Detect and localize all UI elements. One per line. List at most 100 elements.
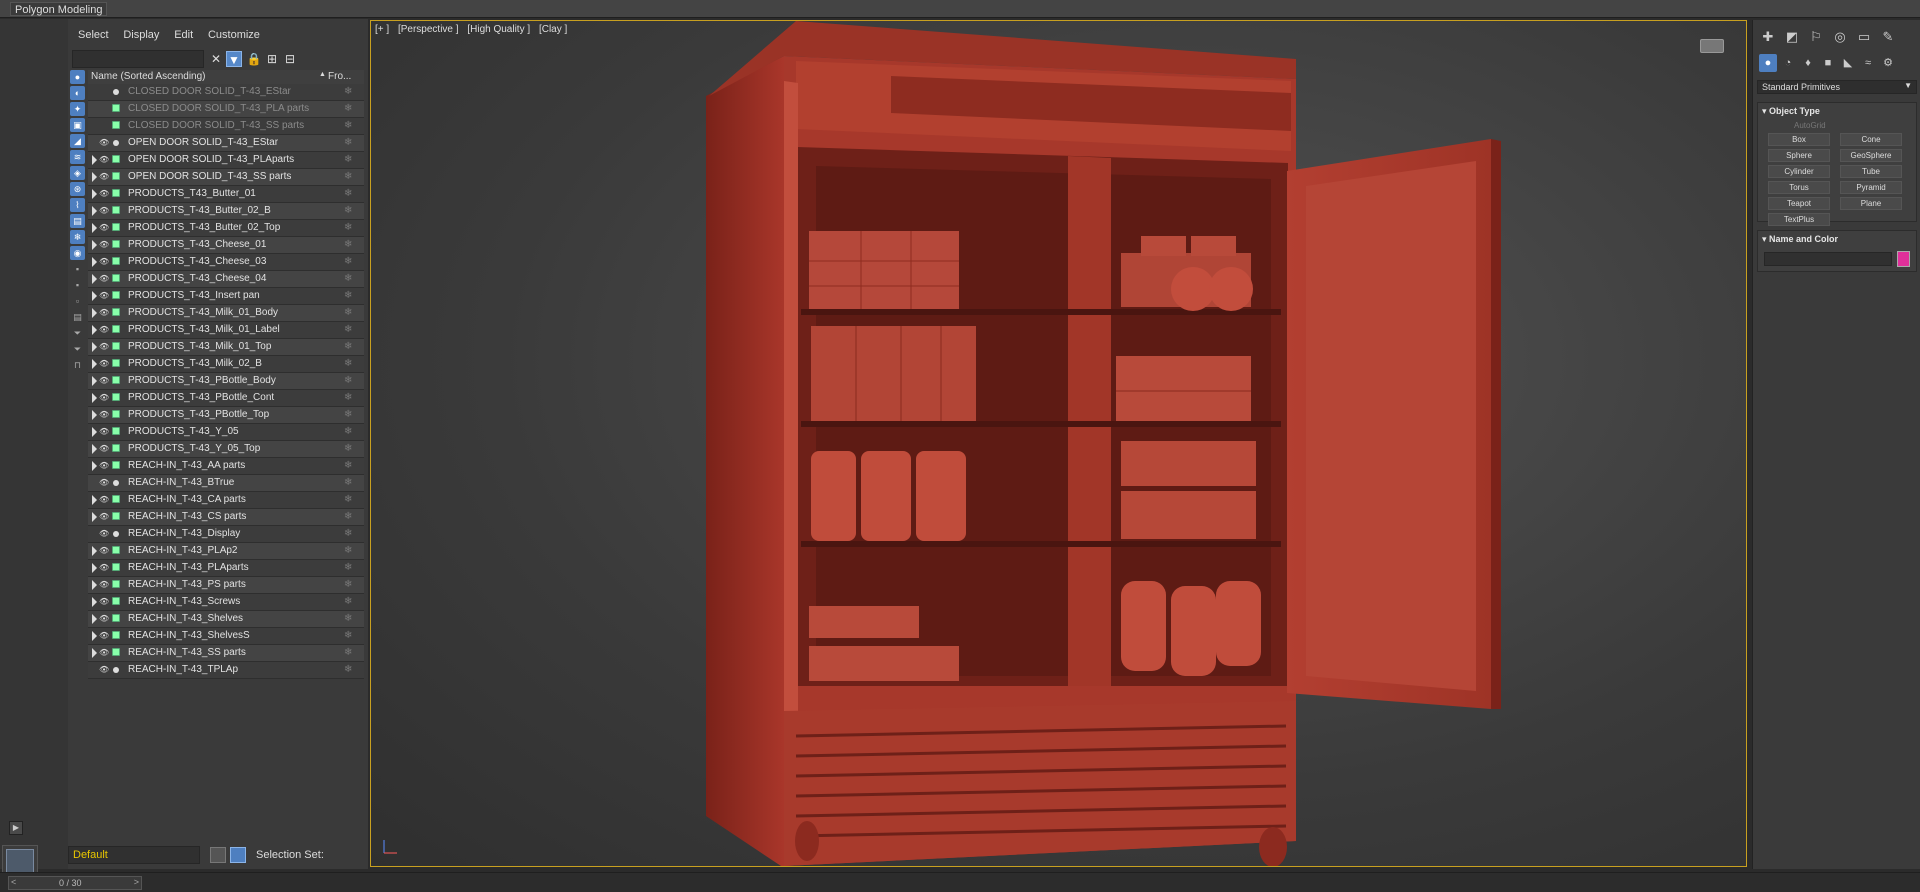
visibility-eye-icon[interactable]: 👁 [99,665,109,674]
list-item[interactable]: 👁 REACH-IN_T-43_Shelves ❄ [88,611,364,628]
freeze-icon[interactable]: ❄ [344,545,352,556]
freeze-icon[interactable]: ❄ [344,273,352,284]
freeze-icon[interactable]: ❄ [344,171,352,182]
visibility-eye-icon[interactable]: 👁 [99,580,109,589]
visibility-eye-icon[interactable]: 👁 [99,240,109,249]
clear-search-icon[interactable]: ✕ [208,51,224,67]
expand-arrow-icon[interactable] [92,546,97,556]
filter-icon[interactable]: ▼ [226,51,242,67]
list-item[interactable]: 👁 PRODUCTS_T-43_Cheese_03 ❄ [88,254,364,271]
freeze-icon[interactable]: ❄ [344,494,352,505]
freeze-icon[interactable]: ❄ [344,103,352,114]
spacewarps-filter-icon[interactable]: ≋ [70,150,85,164]
properties-icon[interactable]: ▤ [70,310,85,324]
expand-arrow-icon[interactable] [92,563,97,573]
freeze-icon[interactable]: ❄ [344,596,352,607]
systems-subtab-icon[interactable]: ⚙ [1879,54,1897,72]
expand-arrow-icon[interactable] [92,172,97,182]
menu-customize[interactable]: Customize [208,29,260,41]
layer-hierarchy-icon[interactable]: ⊟ [282,51,298,67]
filter-funnel-icon[interactable]: ⏷ [70,326,85,340]
freeze-icon[interactable]: ❄ [344,120,352,131]
visibility-eye-icon[interactable]: 👁 [99,546,109,555]
list-item[interactable]: 👁 REACH-IN_T-43_PLAparts ❄ [88,560,364,577]
modify-tab-icon[interactable]: ◩ [1783,28,1801,46]
viewport-perspective[interactable]: [+ ] [Perspective ] [High Quality ] [Cla… [370,20,1747,867]
layers-icon[interactable] [210,847,226,863]
layer-dropdown[interactable]: Default [68,846,200,864]
freeze-icon[interactable]: ❄ [344,409,352,420]
freeze-icon[interactable]: ❄ [344,324,352,335]
visibility-eye-icon[interactable]: 👁 [99,155,109,164]
lock-icon[interactable]: 🔒 [246,51,262,67]
list-item[interactable]: 👁 OPEN DOOR SOLID_T-43_EStar ❄ [88,135,364,152]
freeze-icon[interactable]: ❄ [344,154,352,165]
expand-arrow-icon[interactable] [92,240,97,250]
object-name-input[interactable] [1764,252,1892,266]
menu-display[interactable]: Display [123,29,159,41]
hierarchy-icon[interactable]: ⊞ [264,51,280,67]
lights-filter-icon[interactable]: ✦ [70,102,85,116]
shapes-filter-icon[interactable]: ◐ [70,86,85,100]
list-item[interactable]: 👁 PRODUCTS_T-43_PBottle_Top ❄ [88,407,364,424]
visibility-eye-icon[interactable]: 👁 [99,172,109,181]
visibility-eye-icon[interactable]: 👁 [99,206,109,215]
visibility-eye-icon[interactable]: 👁 [99,495,109,504]
lights-subtab-icon[interactable]: ♦ [1799,54,1817,72]
list-item[interactable]: 👁 REACH-IN_T-43_TPLAp ❄ [88,662,364,679]
freeze-icon[interactable]: ❄ [344,137,352,148]
search-input[interactable] [72,50,204,68]
expand-arrow-icon[interactable] [92,580,97,590]
visibility-eye-icon[interactable]: 👁 [99,512,109,521]
display-all-icon[interactable]: ▪ [70,262,85,276]
freeze-icon[interactable]: ❄ [344,664,352,675]
menu-edit[interactable]: Edit [174,29,193,41]
groups-filter-icon[interactable]: ◈ [70,166,85,180]
list-item[interactable]: 👁 REACH-IN_T-43_SS parts ❄ [88,645,364,662]
list-item[interactable]: 👁 PRODUCTS_T-43_Butter_02_Top ❄ [88,220,364,237]
expand-arrow-icon[interactable] [92,597,97,607]
list-item[interactable]: 👁 REACH-IN_T-43_ShelvesS ❄ [88,628,364,645]
expand-arrow-icon[interactable] [92,410,97,420]
primitive-type-dropdown[interactable]: Standard Primitives ▼ [1757,80,1917,94]
visibility-eye-icon[interactable]: 👁 [99,325,109,334]
freeze-icon[interactable]: ❄ [344,358,352,369]
helpers-subtab-icon[interactable]: ◣ [1839,54,1857,72]
expand-arrow-icon[interactable] [92,444,97,454]
expand-arrow-icon[interactable] [92,291,97,301]
column-frozen-header[interactable]: Fro... [328,71,351,82]
freeze-icon[interactable]: ❄ [344,307,352,318]
visibility-eye-icon[interactable]: 👁 [99,410,109,419]
utilities-tab-icon[interactable]: ✎ [1879,28,1897,46]
freeze-icon[interactable]: ❄ [344,511,352,522]
list-item[interactable]: CLOSED DOOR SOLID_T-43_PLA parts ❄ [88,101,364,118]
freeze-icon[interactable]: ❄ [344,222,352,233]
expand-arrow-icon[interactable] [92,274,97,284]
list-item[interactable]: 👁 PRODUCTS_T-43_Milk_01_Label ❄ [88,322,364,339]
expand-arrow-icon[interactable] [92,376,97,386]
shapes-subtab-icon[interactable]: ◔ [1779,54,1797,72]
list-item[interactable]: CLOSED DOOR SOLID_T-43_EStar ❄ [88,84,364,101]
column-name-header[interactable]: Name (Sorted Ascending) [91,71,206,82]
list-item[interactable]: 👁 PRODUCTS_T-43_Cheese_04 ❄ [88,271,364,288]
visibility-eye-icon[interactable]: 👁 [99,274,109,283]
time-slider[interactable]: < 0 / 30 > [8,876,142,890]
cylinder-button[interactable]: Cylinder [1768,165,1830,178]
list-item[interactable]: 👁 REACH-IN_T-43_CS parts ❄ [88,509,364,526]
expand-arrow-icon[interactable] [92,342,97,352]
expand-arrow-icon[interactable] [92,427,97,437]
visibility-eye-icon[interactable]: 👁 [99,563,109,572]
list-item[interactable]: 👁 REACH-IN_T-43_CA parts ❄ [88,492,364,509]
time-next-button[interactable]: > [134,877,139,887]
list-item[interactable]: 👁 PRODUCTS_T-43_PBottle_Cont ❄ [88,390,364,407]
torus-button[interactable]: Torus [1768,181,1830,194]
hidden-filter-icon[interactable]: ◉ [70,246,85,260]
list-item[interactable]: 👁 REACH-IN_T-43_Display ❄ [88,526,364,543]
freeze-icon[interactable]: ❄ [344,256,352,267]
freeze-icon[interactable]: ❄ [344,477,352,488]
expand-arrow-icon[interactable] [92,189,97,199]
geometry-filter-icon[interactable]: ● [70,70,85,84]
list-item[interactable]: 👁 PRODUCTS_T-43_PBottle_Body ❄ [88,373,364,390]
list-item[interactable]: 👁 REACH-IN_T-43_Screws ❄ [88,594,364,611]
visibility-eye-icon[interactable]: 👁 [99,257,109,266]
